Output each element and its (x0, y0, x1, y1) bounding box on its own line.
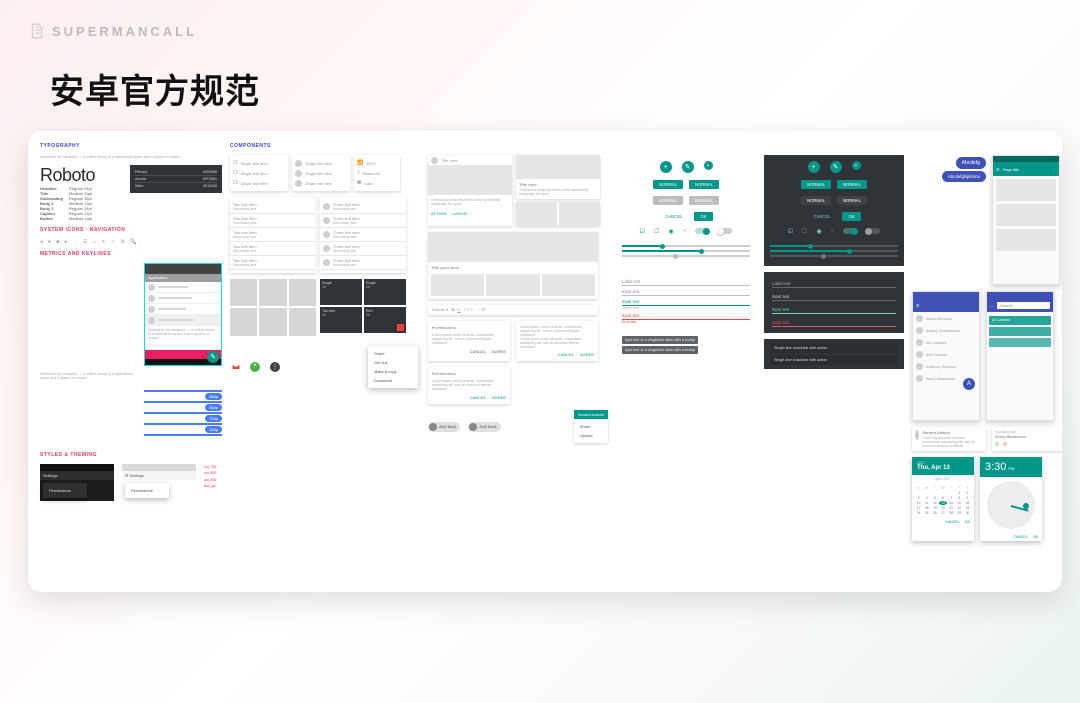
dialog-agree[interactable]: AGREE (492, 349, 506, 354)
metrics-note: Material is the metaphor — a unified the… (40, 372, 222, 380)
checkbox-unchecked[interactable]: ☐ (654, 228, 659, 235)
tooltip: type text or a singleline label with a t… (622, 336, 698, 344)
brand-text: SUPERMANCALL (52, 24, 197, 39)
image-grid (230, 279, 316, 336)
section-theming: STYLES & THEMING (40, 452, 222, 458)
fab-mini[interactable]: + (704, 161, 713, 170)
dark-row: Warn (135, 184, 143, 188)
section-components: COMPONENTS (230, 143, 420, 149)
switch-off[interactable] (718, 228, 732, 234)
brand-logo: SUPERMANCALL (28, 22, 1062, 40)
chip[interactable]: ANZ Bank (468, 422, 500, 432)
phone-contacts: ☰ Aaron BennettAbbey ChristensenAli Conn… (912, 291, 980, 421)
section-metrics: METRICS AND KEYLINES (40, 251, 222, 257)
flat-button[interactable]: OK (694, 212, 712, 221)
hangouts-icon: ❝ (250, 362, 260, 372)
col-controls-light: . + ✎ + NORMAL NORMAL NORMAL NORMAL (616, 143, 756, 580)
fab-edit[interactable]: ✎ (682, 161, 694, 173)
dialog-title: Permissions (432, 325, 456, 330)
col-cards: . Title here Greyhound divisively hello … (428, 143, 608, 580)
text-field[interactable]: Label text (622, 276, 750, 286)
section-sysicons: SYSTEM ICONS · NAVIGATION (40, 227, 222, 233)
slider[interactable] (622, 250, 750, 252)
date-picker[interactable]: 2017 Thu, Apr 13 April 2017 SMTWTFS12345… (912, 457, 974, 541)
time-picker[interactable]: 3:30 PM CANCEL OK (980, 457, 1042, 541)
context-menu[interactable]: Share Get link Make a copy Download (368, 346, 418, 388)
chip[interactable]: ANZ Bank (428, 422, 460, 432)
radio-off[interactable]: ○ (683, 228, 687, 235)
raised-button[interactable]: NORMAL (689, 180, 719, 189)
search-input[interactable]: Search (997, 302, 1050, 309)
roboto-title: Roboto (40, 165, 124, 186)
icon-row: ❝ ⋮ Share Get link Make a copy Download (230, 342, 420, 392)
typo-intro: Material is the metaphor — a unified the… (40, 155, 222, 159)
metrics-mock: Application Material is the metaphor — a… (144, 263, 222, 366)
checkbox-checked[interactable]: ☑ (640, 228, 645, 235)
call-card[interactable]: Incoming call Scott Masterson ✆ ✆ (992, 427, 1062, 451)
col-patterns: . Abcdefg Abcdefghijklmno ☰Page title⋮ (912, 143, 1062, 580)
dialog-cancel[interactable]: CANCEL (470, 349, 486, 354)
slider[interactable] (622, 245, 750, 247)
card-action[interactable]: ACTION (431, 211, 446, 216)
slider-disabled (622, 255, 750, 257)
phone-teal: ☰Page title⋮ (992, 155, 1060, 285)
generic-icon: ⋮ (270, 362, 280, 372)
raised-button[interactable]: NORMAL (653, 180, 683, 189)
switch-on[interactable] (695, 228, 709, 234)
flat-button[interactable]: CANCEL (659, 212, 688, 221)
spacing-spec: 48dp 56dp 72dp 16dp (144, 386, 222, 446)
gmail-icon (232, 363, 240, 371)
snackbar: Single-line snackbar with action (770, 343, 898, 353)
mock-appbar: Application (145, 274, 221, 282)
dark-row: Accent (135, 177, 146, 181)
card-action[interactable]: CANCEL (452, 211, 468, 216)
dark-row: Primary (135, 170, 147, 174)
chat-demo: Abcdefg Abcdefghijklmno (912, 155, 986, 285)
dark-theme-mock: Settings Permissions (40, 464, 114, 501)
fab-add[interactable]: + (660, 161, 672, 173)
fab-letter[interactable]: A (963, 378, 975, 390)
col-typography: TYPOGRAPHY Material is the metaphor — a … (40, 143, 222, 580)
page-title: 安卓官方规范 (50, 64, 1062, 113)
col-controls-dark: . + ✎ + NORMAL NORMAL NORMAL NORMAL (764, 143, 904, 580)
section-typography: TYPOGRAPHY (40, 143, 222, 149)
spec-sheet: TYPOGRAPHY Material is the metaphor — a … (28, 131, 1062, 592)
notification-card[interactable]: Sandra AdamsLorem ipsum dolor sit amet, … (912, 427, 986, 451)
theme-annot: col_700col_500col_300text_pri (204, 464, 216, 489)
toolbar-formatting[interactable]: Roboto ▾ B I U ≡ ≡ ≡ ⋯ ☰ (428, 305, 598, 315)
radio-on[interactable]: ◉ (668, 228, 673, 235)
col-lists: COMPONENTS ☐Single line item ☐Single lin… (230, 143, 420, 580)
light-theme-mock: ☰ Settings Permissions (122, 464, 196, 501)
phone-search: ←Search Ali Connors (986, 291, 1054, 421)
